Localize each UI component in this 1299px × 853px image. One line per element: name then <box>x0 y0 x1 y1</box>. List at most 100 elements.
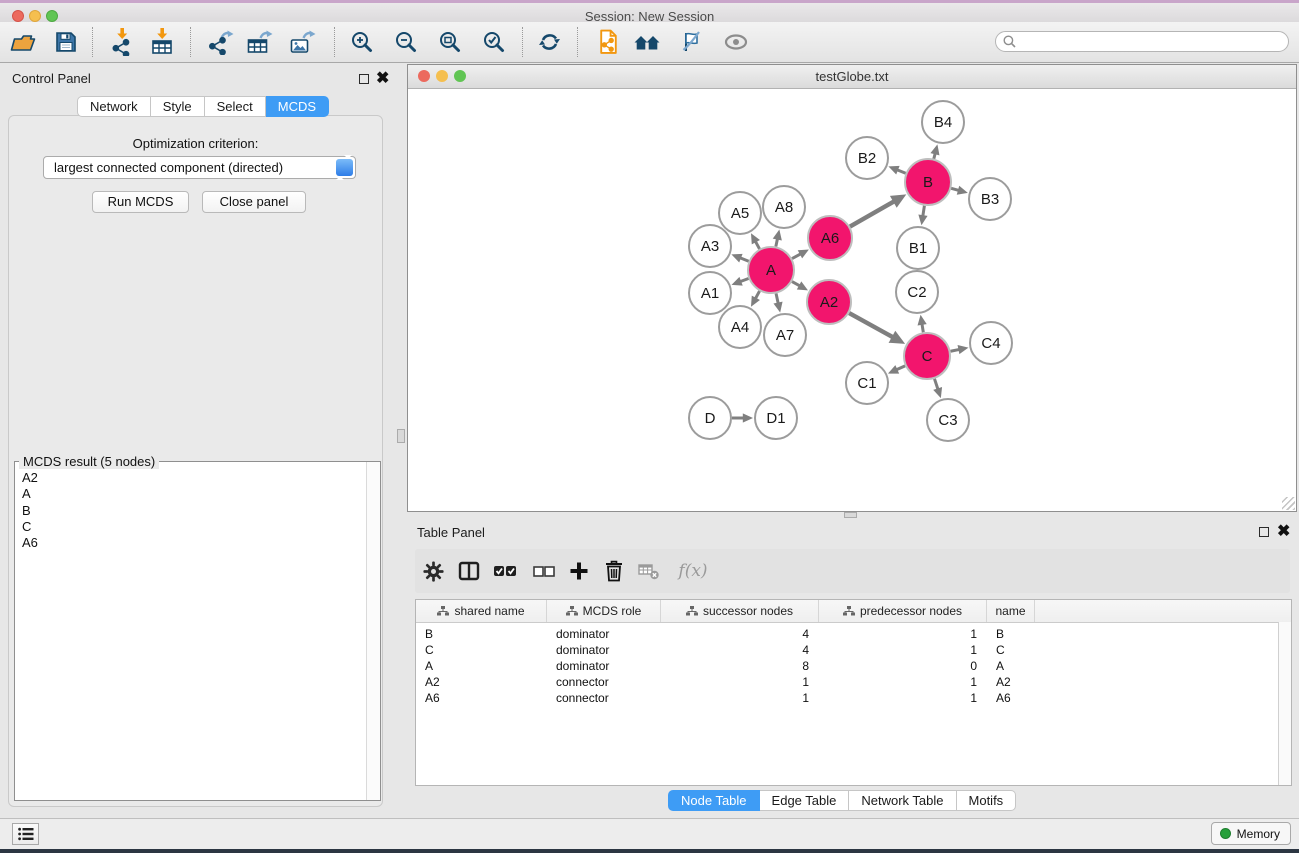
table-cell[interactable]: 1 <box>661 675 819 689</box>
table-panel-close-button[interactable]: ✖ <box>1277 525 1290 539</box>
run-mcds-button[interactable]: Run MCDS <box>92 191 189 213</box>
home-button[interactable] <box>631 26 663 58</box>
search-input[interactable] <box>1021 34 1288 50</box>
vertical-splitter-handle[interactable] <box>397 429 405 443</box>
graph-edge-A-A4[interactable] <box>755 291 759 299</box>
network-zoom-traffic-light[interactable] <box>454 70 466 82</box>
graph-edge-C-C2[interactable] <box>922 324 923 332</box>
mcds-result-item[interactable]: A2 <box>17 470 364 486</box>
graph-edge-C-C4[interactable] <box>951 349 960 351</box>
network-canvas[interactable]: B4B2BB3A5A8A6B1A3AC2A1A2A4A7C4CC1C3DD1 <box>408 89 1296 511</box>
table-cell[interactable]: A <box>416 659 547 673</box>
delete-table-button[interactable] <box>635 557 663 585</box>
table-cell[interactable]: 1 <box>819 691 987 705</box>
table-cell[interactable]: connector <box>547 675 661 689</box>
graph-edge-A-A3[interactable] <box>740 258 749 261</box>
close-panel-button[interactable]: Close panel <box>202 191 306 213</box>
table-tab-network-table[interactable]: Network Table <box>849 790 956 811</box>
graph-edge-C-C1[interactable] <box>896 366 905 370</box>
network-graph[interactable]: B4B2BB3A5A8A6B1A3AC2A1A2A4A7C4CC1C3DD1 <box>408 89 1296 511</box>
zoom-in-button[interactable] <box>346 26 378 58</box>
create-column-button[interactable] <box>565 557 593 585</box>
graph-edge-A-A5[interactable] <box>755 241 759 249</box>
column-header-shared-name[interactable]: shared name <box>416 600 547 622</box>
table-cell[interactable]: A <box>987 659 1035 673</box>
table-scrollbar[interactable] <box>1278 622 1291 785</box>
column-header-MCDS-role[interactable]: MCDS role <box>547 600 661 622</box>
column-header-predecessor-nodes[interactable]: predecessor nodes <box>819 600 987 622</box>
graph-edge-A-A6[interactable] <box>792 254 801 259</box>
table-cell[interactable]: 4 <box>661 627 819 641</box>
resize-grip-icon[interactable] <box>1282 497 1295 510</box>
table-cell[interactable]: dominator <box>547 659 661 673</box>
graph-edge-B-B3[interactable] <box>951 188 959 190</box>
control-panel-close-button[interactable]: ✖ <box>376 72 389 86</box>
control-tab-network[interactable]: Network <box>77 96 151 117</box>
table-cell[interactable]: B <box>416 627 547 641</box>
memory-button[interactable]: Memory <box>1211 822 1291 845</box>
mcds-result-item[interactable]: C <box>17 519 364 535</box>
control-panel-float-button[interactable] <box>359 74 369 84</box>
table-tab-node-table[interactable]: Node Table <box>668 790 760 811</box>
zoom-fit-button[interactable] <box>434 26 466 58</box>
table-panel-float-button[interactable] <box>1259 527 1269 537</box>
table-row-B[interactable]: Bdominator41B <box>416 626 1291 642</box>
refresh-button[interactable] <box>533 26 565 58</box>
export-table-button[interactable] <box>243 26 275 58</box>
graph-edge-A6-B[interactable] <box>850 201 894 226</box>
export-image-button[interactable] <box>286 26 318 58</box>
table-cell[interactable]: A2 <box>416 675 547 689</box>
table-cell[interactable]: 1 <box>819 675 987 689</box>
graph-edge-A-A8[interactable] <box>776 239 778 247</box>
unselect-all-columns-button[interactable] <box>530 557 558 585</box>
table-cell[interactable]: dominator <box>547 627 661 641</box>
table-cell[interactable]: A6 <box>987 691 1035 705</box>
table-cell[interactable]: connector <box>547 691 661 705</box>
control-tab-mcds[interactable]: MCDS <box>266 96 329 117</box>
table-settings-button[interactable] <box>419 557 447 585</box>
table-cell[interactable]: A6 <box>416 691 547 705</box>
table-cell[interactable]: C <box>416 643 547 657</box>
graph-edge-B-B1[interactable] <box>923 206 925 216</box>
table-cell[interactable]: C <box>987 643 1035 657</box>
control-tab-style[interactable]: Style <box>151 96 205 117</box>
export-network-button[interactable] <box>204 26 236 58</box>
import-network-button[interactable] <box>106 26 138 58</box>
table-row-A[interactable]: Adominator80A <box>416 658 1291 674</box>
network-close-traffic-light[interactable] <box>418 70 430 82</box>
table-row-A6[interactable]: A6connector11A6 <box>416 690 1291 706</box>
graph-edge-A2-C[interactable] <box>849 313 893 337</box>
mcds-result-item[interactable]: A6 <box>17 535 364 551</box>
mcds-result-item[interactable]: B <box>17 503 364 519</box>
graph-edge-A-A1[interactable] <box>740 278 748 281</box>
table-cell[interactable]: A2 <box>987 675 1035 689</box>
save-session-button[interactable] <box>50 26 82 58</box>
graph-edge-B-B2[interactable] <box>897 170 906 173</box>
function-builder-button[interactable]: f(x) <box>673 557 713 585</box>
graph-edge-C-C3[interactable] <box>934 379 937 390</box>
zoom-selected-button[interactable] <box>478 26 510 58</box>
table-cell[interactable]: 1 <box>819 627 987 641</box>
table-cell[interactable]: B <box>987 627 1035 641</box>
task-history-button[interactable] <box>12 823 39 845</box>
search-field[interactable] <box>995 31 1289 52</box>
flag-button[interactable] <box>675 26 707 58</box>
mcds-list-scrollbar[interactable] <box>366 462 380 800</box>
table-cell[interactable]: 8 <box>661 659 819 673</box>
table-tab-edge-table[interactable]: Edge Table <box>760 790 850 811</box>
control-tab-select[interactable]: Select <box>205 96 266 117</box>
select-all-columns-button[interactable] <box>491 557 519 585</box>
optimization-criterion-select[interactable]: largest connected component (directed) <box>43 156 356 179</box>
graph-edge-A-A2[interactable] <box>792 282 800 286</box>
column-header-successor-nodes[interactable]: successor nodes <box>661 600 819 622</box>
zoom-out-button[interactable] <box>390 26 422 58</box>
table-tab-motifs[interactable]: Motifs <box>957 790 1017 811</box>
mcds-result-item[interactable]: A <box>17 486 364 502</box>
delete-column-button[interactable] <box>600 557 628 585</box>
eye-button[interactable] <box>720 26 752 58</box>
table-row-C[interactable]: Cdominator41C <box>416 642 1291 658</box>
table-cell[interactable]: 4 <box>661 643 819 657</box>
table-cell[interactable]: 1 <box>819 643 987 657</box>
table-cell[interactable]: 1 <box>661 691 819 705</box>
column-header-name[interactable]: name <box>987 600 1035 622</box>
